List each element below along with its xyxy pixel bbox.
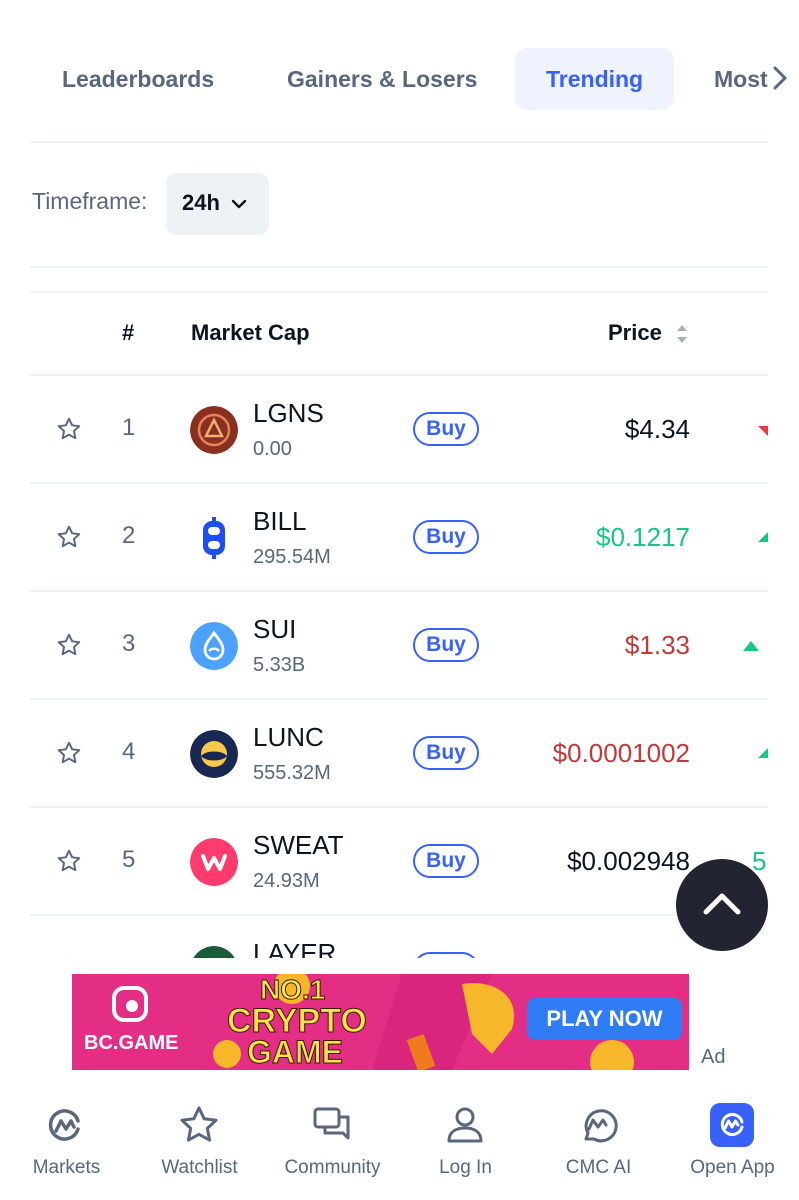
chat-icon	[313, 1107, 350, 1140]
rank: 5	[122, 846, 136, 873]
coin-market-cap: 5.33B	[253, 654, 306, 676]
bill-logo-icon	[190, 514, 238, 562]
chevron-up-icon	[703, 893, 741, 915]
rank: 4	[122, 738, 136, 765]
divider	[30, 266, 768, 268]
table-row[interactable]: 4 LUNC 555.32M Buy $0.0001002	[30, 698, 768, 808]
sui-logo-icon	[190, 622, 238, 670]
nav-label: Community	[284, 1157, 381, 1178]
caret-up-icon	[743, 641, 759, 651]
market-tabs: Leaderboards Gainers & Losers Trending M…	[0, 0, 799, 142]
tab-trending[interactable]: Trending	[515, 48, 675, 110]
star-icon	[180, 1106, 218, 1142]
chevron-down-icon	[231, 199, 247, 209]
nav-open-app[interactable]: Open App	[666, 1085, 799, 1200]
coin-name[interactable]: LUNC	[253, 722, 324, 753]
buy-button[interactable]: Buy	[413, 844, 479, 878]
buy-button[interactable]: Buy	[413, 628, 479, 662]
table-row[interactable]: 3 SUI 5.33B Buy $1.33	[30, 590, 768, 700]
ad-container: BC.GAME NO.1 CRYPTO GAME PLAY NOW Ad	[0, 958, 799, 1080]
price: $0.0001002	[552, 738, 690, 768]
nav-label: Markets	[32, 1157, 101, 1178]
sweat-logo-icon	[190, 838, 238, 886]
rank: 1	[122, 414, 136, 441]
header-rank: #	[122, 320, 135, 345]
buy-button[interactable]: Buy	[413, 520, 479, 554]
divider	[30, 141, 768, 143]
timeframe-value: 24h	[182, 190, 220, 215]
table-row[interactable]: 1 LGNS 0.00 Buy $4.34	[30, 374, 768, 484]
ad-label: Ad	[701, 1046, 726, 1068]
nav-cmc-ai[interactable]: CMC AI	[532, 1085, 665, 1200]
open-app-icon	[710, 1103, 754, 1147]
coin-name[interactable]: LAYER	[253, 938, 336, 960]
nav-markets[interactable]: Markets	[0, 1085, 133, 1200]
user-icon	[447, 1107, 483, 1143]
coin-market-cap: 555.32M	[253, 762, 331, 784]
star-icon[interactable]	[56, 632, 82, 658]
ad-play-now-button[interactable]: PLAY NOW	[527, 998, 682, 1040]
nav-login[interactable]: Log In	[399, 1085, 532, 1200]
timeframe-select[interactable]: 24h	[166, 173, 269, 235]
divider	[30, 291, 768, 293]
price: $4.34	[624, 414, 690, 444]
tab-most[interactable]: Most	[714, 48, 768, 110]
nav-label: CMC AI	[565, 1157, 632, 1178]
caret-down-icon	[758, 426, 768, 436]
price: $0.1217	[596, 522, 690, 552]
scroll-to-top-button[interactable]	[676, 859, 768, 951]
table-row[interactable]: 2 BILL 295.54M Buy $0.1217	[30, 482, 768, 592]
nav-community[interactable]: Community	[266, 1085, 399, 1200]
bc-game-logo-icon	[112, 986, 148, 1022]
ad-headline-3: GAME	[247, 1034, 344, 1071]
buy-button[interactable]: Buy	[413, 736, 479, 770]
coin-name[interactable]: SUI	[253, 614, 296, 645]
nav-label: Open App	[690, 1157, 775, 1178]
tab-gainers-losers[interactable]: Gainers & Losers	[287, 48, 477, 110]
price: $1.33	[624, 630, 690, 660]
ad-brand: BC.GAME	[84, 1032, 179, 1054]
coin-name[interactable]: LGNS	[253, 398, 324, 429]
chevron-right-icon[interactable]	[770, 62, 790, 94]
lunc-logo-icon	[190, 730, 238, 778]
nav-label: Watchlist	[161, 1157, 238, 1178]
buy-button[interactable]: Buy	[413, 412, 479, 446]
lgns-logo-icon	[190, 406, 238, 454]
ad-banner[interactable]: BC.GAME NO.1 CRYPTO GAME PLAY NOW	[72, 974, 689, 1070]
star-icon[interactable]	[56, 416, 82, 442]
cmc-ai-icon	[584, 1109, 618, 1143]
price: $0.002948	[567, 846, 690, 876]
table-row[interactable]: LAYER	[30, 914, 768, 960]
sort-icon[interactable]	[675, 322, 689, 346]
tab-leaderboards[interactable]: Leaderboards	[62, 48, 214, 110]
rank: 3	[122, 630, 136, 657]
rank: 2	[122, 522, 136, 549]
coin-name[interactable]: BILL	[253, 506, 307, 537]
coin-name[interactable]: SWEAT	[253, 830, 344, 861]
cmc-logo-icon	[48, 1109, 80, 1141]
star-icon[interactable]	[56, 740, 82, 766]
star-icon[interactable]	[56, 848, 82, 874]
coin-market-cap: 0.00	[253, 438, 292, 460]
star-icon[interactable]	[56, 524, 82, 550]
header-market-cap[interactable]: Market Cap	[191, 320, 310, 346]
nav-watchlist[interactable]: Watchlist	[133, 1085, 266, 1200]
caret-up-icon	[758, 532, 768, 542]
caret-up-icon	[758, 748, 768, 758]
timeframe-label: Timeframe:	[32, 188, 148, 214]
coin-market-cap: 295.54M	[253, 546, 331, 568]
nav-label: Log In	[439, 1157, 492, 1178]
table-row[interactable]: 5 SWEAT 24.93M Buy $0.002948 5	[30, 806, 768, 916]
header-price[interactable]: Price	[608, 320, 662, 346]
bottom-nav: Markets Watchlist Community Log In CMC A…	[0, 1085, 799, 1200]
coin-market-cap: 24.93M	[253, 870, 320, 892]
